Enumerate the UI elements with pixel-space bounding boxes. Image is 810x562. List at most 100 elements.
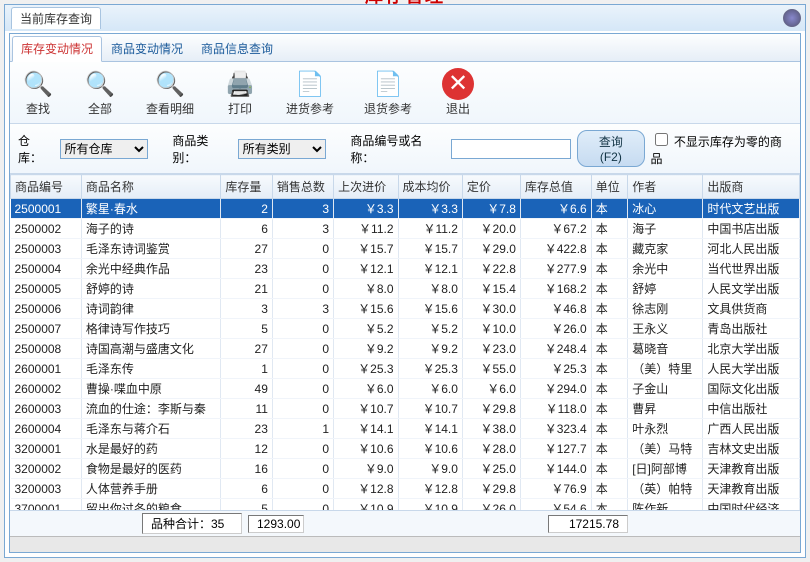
cell: 中信出版社 — [703, 399, 800, 419]
table-row[interactable]: 2600002曹操·喋血中原490￥6.0￥6.0￥6.0￥294.0本子金山国… — [11, 379, 800, 399]
cell: ￥12.8 — [334, 479, 398, 499]
cell: 0 — [272, 399, 333, 419]
cell: 繁星·春水 — [81, 199, 221, 219]
cell: 本 — [591, 219, 627, 239]
cell: 6 — [221, 479, 273, 499]
cell: ￥12.8 — [398, 479, 462, 499]
cell: 毛泽东诗词鉴赏 — [81, 239, 221, 259]
cell: （英）帕特 — [628, 479, 703, 499]
close-icon[interactable] — [783, 9, 801, 27]
view-detail-button[interactable]: 🔍查看明细 — [140, 66, 200, 119]
all-button[interactable]: 🔍全部 — [78, 66, 122, 119]
cell: （美）马特 — [628, 439, 703, 459]
cell: 本 — [591, 439, 627, 459]
col-header[interactable]: 出版商 — [703, 175, 800, 199]
cell: ￥10.9 — [398, 499, 462, 511]
cell: 3 — [272, 199, 333, 219]
col-header[interactable]: 销售总数 — [272, 175, 333, 199]
purchase-ref-button[interactable]: 📄进货参考 — [280, 66, 340, 119]
hide-zero-label[interactable]: 不显示库存为零的商品 — [651, 130, 792, 167]
cell: 子金山 — [628, 379, 703, 399]
exit-button[interactable]: ✕退出 — [436, 66, 480, 119]
table-row[interactable]: 2500001繁星·春水23￥3.3￥3.3￥7.8￥6.6本冰心时代文艺出版 — [11, 199, 800, 219]
col-header[interactable]: 成本均价 — [398, 175, 462, 199]
col-header[interactable]: 作者 — [628, 175, 703, 199]
cell: 曹昇 — [628, 399, 703, 419]
cell: 叶永烈 — [628, 419, 703, 439]
col-header[interactable]: 商品名称 — [81, 175, 221, 199]
window-titlebar: 当前库存查询 — [5, 5, 805, 31]
warehouse-select[interactable]: 所有仓库 — [60, 139, 149, 159]
cell: （美）特里 — [628, 359, 703, 379]
table-row[interactable]: 2500003毛泽东诗词鉴赏270￥15.7￥15.7￥29.0￥422.8本藏… — [11, 239, 800, 259]
cell: 陈作新 — [628, 499, 703, 511]
cell: 2500005 — [11, 279, 82, 299]
cell: 49 — [221, 379, 273, 399]
cell: ￥28.0 — [462, 439, 520, 459]
cell: 0 — [272, 239, 333, 259]
table-row[interactable]: 2500002海子的诗63￥11.2￥11.2￥20.0￥67.2本海子中国书店… — [11, 219, 800, 239]
h-scrollbar[interactable] — [10, 536, 800, 552]
col-header[interactable]: 库存量 — [221, 175, 273, 199]
cell: ￥76.9 — [520, 479, 591, 499]
col-header[interactable]: 上次进价 — [334, 175, 398, 199]
cell: ￥11.2 — [398, 219, 462, 239]
cell: 3 — [221, 299, 273, 319]
cell: 天津教育出版 — [703, 459, 800, 479]
filter-bar: 仓库： 所有仓库 商品类别： 所有类别 商品编号或名称： 查询(F2) 不显示库… — [10, 124, 800, 174]
cell: 舒婷的诗 — [81, 279, 221, 299]
cell: 天津教育出版 — [703, 479, 800, 499]
tab-product-info[interactable]: 商品信息查询 — [192, 36, 282, 61]
table-row[interactable]: 2600003流血的仕途：李斯与秦110￥10.7￥10.7￥29.8￥118.… — [11, 399, 800, 419]
cell: 本 — [591, 299, 627, 319]
print-button[interactable]: 🖨️打印 — [218, 66, 262, 119]
table-row[interactable]: 2600001毛泽东传10￥25.3￥25.3￥55.0￥25.3本（美）特里人… — [11, 359, 800, 379]
col-header[interactable]: 单位 — [591, 175, 627, 199]
tab-product-movement[interactable]: 商品变动情况 — [102, 36, 192, 61]
table-row[interactable]: 2600004毛泽东与蒋介石231￥14.1￥14.1￥38.0￥323.4本叶… — [11, 419, 800, 439]
col-header[interactable]: 商品编号 — [11, 175, 82, 199]
category-select[interactable]: 所有类别 — [238, 139, 327, 159]
table-row[interactable]: 2500006诗词韵律33￥15.6￥15.6￥30.0￥46.8本徐志刚文具供… — [11, 299, 800, 319]
table-scroll[interactable]: 商品编号商品名称库存量销售总数上次进价成本均价定价库存总值单位作者出版商 250… — [10, 174, 800, 510]
cell: 吉林文史出版 — [703, 439, 800, 459]
cell: 2500004 — [11, 259, 82, 279]
cell: 3200001 — [11, 439, 82, 459]
cell: ￥5.2 — [398, 319, 462, 339]
table-row[interactable]: 3200001水是最好的药120￥10.6￥10.6￥28.0￥127.7本（美… — [11, 439, 800, 459]
hide-zero-checkbox[interactable] — [655, 133, 668, 146]
cell: ￥6.0 — [334, 379, 398, 399]
table-row[interactable]: 3200002食物是最好的医药160￥9.0￥9.0￥25.0￥144.0本[日… — [11, 459, 800, 479]
table-row[interactable]: 2500007格律诗写作技巧50￥5.2￥5.2￥10.0￥26.0本王永义青岛… — [11, 319, 800, 339]
cell: 2500002 — [11, 219, 82, 239]
table-row[interactable]: 3200003人体营养手册60￥12.8￥12.8￥29.8￥76.9本（英）帕… — [11, 479, 800, 499]
idname-input[interactable] — [451, 139, 571, 159]
table-row[interactable]: 2500004余光中经典作品230￥12.1￥12.1￥22.8￥277.9本余… — [11, 259, 800, 279]
search-button[interactable]: 🔍查找 — [16, 66, 60, 119]
cell: ￥10.7 — [334, 399, 398, 419]
table-row[interactable]: 3700001留出你过冬的粮食50￥10.9￥10.9￥26.0￥54.6本陈作… — [11, 499, 800, 511]
table-row[interactable]: 2500005舒婷的诗210￥8.0￥8.0￥15.4￥168.2本舒婷人民文学… — [11, 279, 800, 299]
cell: 毛泽东与蒋介石 — [81, 419, 221, 439]
tab-stock-movement[interactable]: 库存变动情况 — [12, 36, 102, 62]
cell: ￥10.6 — [398, 439, 462, 459]
cell: ￥10.9 — [334, 499, 398, 511]
cell: 海子 — [628, 219, 703, 239]
col-header[interactable]: 库存总值 — [520, 175, 591, 199]
cell: ￥3.3 — [334, 199, 398, 219]
cell: 格律诗写作技巧 — [81, 319, 221, 339]
table-row[interactable]: 2500008诗国高潮与盛唐文化270￥9.2￥9.2￥23.0￥248.4本葛… — [11, 339, 800, 359]
col-header[interactable]: 定价 — [462, 175, 520, 199]
cell: 3200003 — [11, 479, 82, 499]
cell: ￥144.0 — [520, 459, 591, 479]
cell: 1 — [221, 359, 273, 379]
cell: ￥29.0 — [462, 239, 520, 259]
cell: 5 — [221, 319, 273, 339]
cell: ￥26.0 — [520, 319, 591, 339]
window-tab[interactable]: 当前库存查询 — [11, 7, 101, 29]
return-ref-button[interactable]: 📄退货参考 — [358, 66, 418, 119]
cell: 人体营养手册 — [81, 479, 221, 499]
cell: 3200002 — [11, 459, 82, 479]
cell: 本 — [591, 499, 627, 511]
query-button[interactable]: 查询(F2) — [577, 130, 644, 167]
